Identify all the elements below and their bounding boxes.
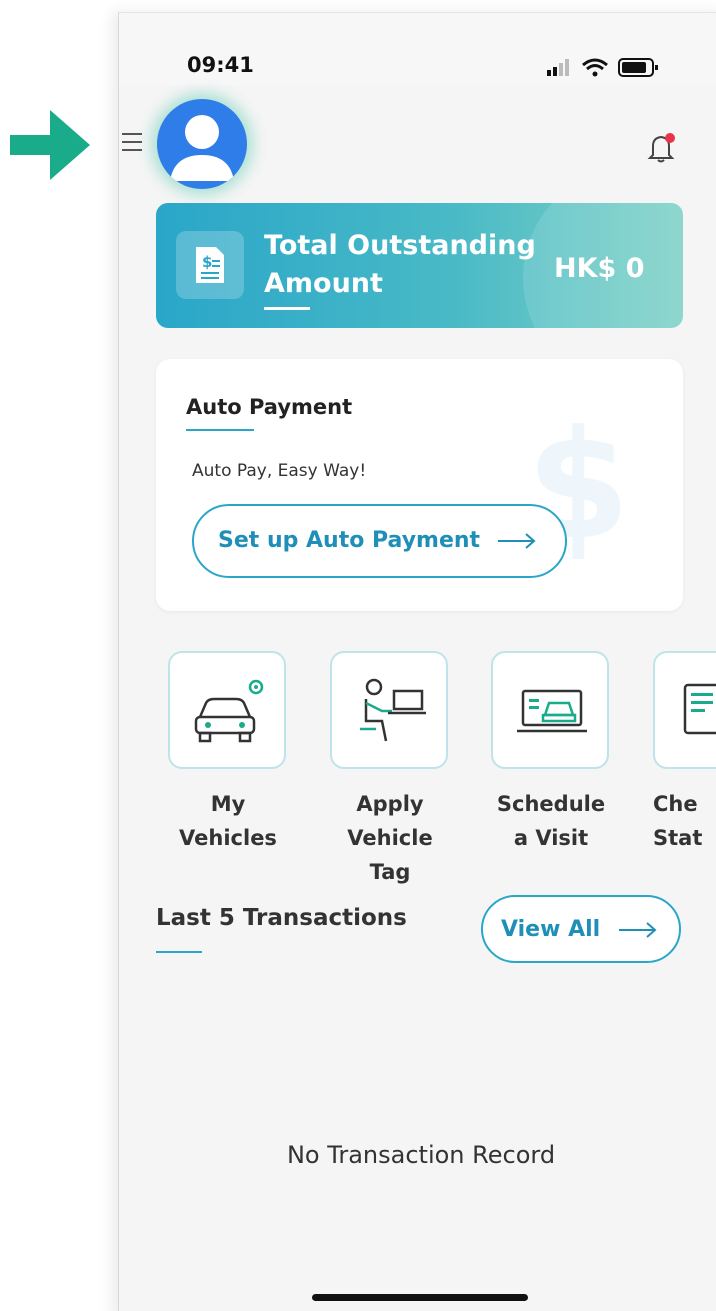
bell-icon[interactable] (647, 131, 677, 163)
status-time: 09:41 (187, 53, 254, 77)
vehicle-screen-icon (517, 689, 587, 733)
person-laptop-icon (360, 678, 426, 742)
bill-document-icon: $ (176, 231, 244, 299)
quick-action-schedule-visit[interactable]: Schedule a Visit (491, 651, 611, 855)
outstanding-amount: HK$ 0 (554, 253, 645, 284)
auto-payment-underline (186, 429, 254, 431)
empty-transactions-text: No Transaction Record (286, 1141, 556, 1169)
quick-action-label: Che Stat (653, 792, 703, 850)
quick-action-my-vehicles[interactable]: My Vehicles (168, 651, 288, 855)
pointer-arrow-icon (10, 110, 90, 180)
status-bar: 09:41 (119, 13, 716, 85)
arrow-right-icon (498, 533, 536, 549)
total-outstanding-card[interactable]: $ Total Outstanding Amount HK$ 0 (156, 203, 683, 328)
set-up-auto-payment-button[interactable]: Set up Auto Payment (192, 504, 567, 578)
auto-payment-card: $ Auto Payment Auto Pay, Easy Way! Set u… (156, 359, 683, 611)
button-label: Set up Auto Payment (218, 528, 481, 553)
view-all-label: View All (501, 917, 601, 942)
document-tap-icon (683, 683, 716, 735)
system-status-icons (547, 58, 658, 77)
transactions-underline (156, 951, 202, 953)
quick-action-check-status[interactable]: Che Stat (653, 651, 716, 855)
car-settings-icon (194, 679, 264, 743)
svg-text:$: $ (202, 253, 212, 271)
arrow-right-icon (619, 922, 657, 938)
quick-action-apply-vehicle-tag[interactable]: Apply Vehicle Tag (330, 651, 450, 889)
auto-payment-subtitle: Auto Pay, Easy Way! (192, 461, 367, 481)
view-all-button[interactable]: View All (481, 895, 681, 963)
user-avatar-icon[interactable] (157, 99, 247, 189)
phone-screen: 09:41 $ Total Outstanding Amount HK$ 0 $… (118, 12, 716, 1311)
home-indicator[interactable] (312, 1294, 528, 1301)
quick-action-label: Apply Vehicle Tag (347, 792, 433, 884)
quick-action-label: My Vehicles (179, 792, 277, 850)
title-underline (264, 307, 310, 310)
menu-icon[interactable] (122, 133, 144, 155)
outstanding-title: Total Outstanding Amount (264, 230, 536, 299)
quick-action-label: Schedule a Visit (496, 792, 606, 850)
auto-payment-title: Auto Payment (186, 395, 353, 419)
transactions-title: Last 5 Transactions (156, 905, 407, 931)
